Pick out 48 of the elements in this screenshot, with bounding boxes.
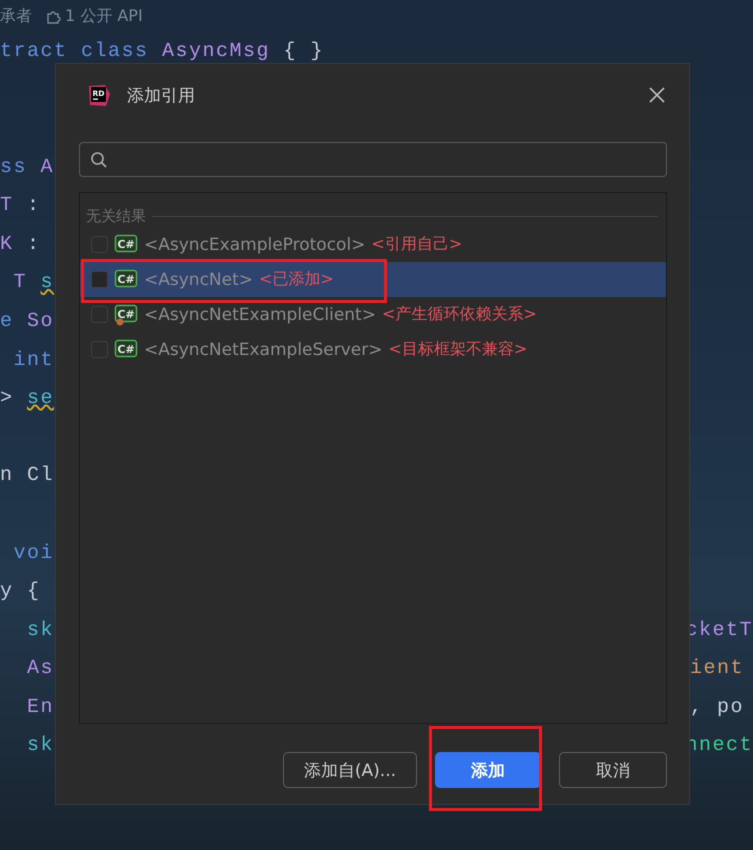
api-hint[interactable]: 1 公开 API (65, 6, 143, 26)
close-icon[interactable] (647, 85, 667, 105)
code-text: tract class (0, 40, 150, 63)
code-text: se (27, 387, 54, 410)
checkbox[interactable] (91, 271, 108, 288)
code-text: sk (26, 618, 54, 642)
dialog-button[interactable]: 取消 (559, 752, 667, 788)
code-text: So (27, 310, 54, 333)
project-name: <AsyncExampleProtocol> (144, 234, 366, 254)
code-text: , po (690, 696, 744, 719)
search-icon (90, 150, 108, 168)
reference-item[interactable]: C# <AsyncNet> <已添加> (80, 262, 666, 297)
reference-item[interactable]: C# <AsyncNetExampleClient> <产生循环依赖关系> (80, 297, 666, 332)
code-text: ient (690, 657, 744, 680)
add-button[interactable]: 添加 (435, 752, 541, 788)
error-reason: <已添加> (259, 269, 334, 290)
code-text: s (40, 271, 54, 294)
project-name: <AsyncNetExampleClient> (144, 304, 376, 324)
reference-item[interactable]: C# <AsyncNetExampleServer> <目标框架不兼容> (80, 332, 666, 367)
error-reason: <目标框架不兼容> (388, 339, 528, 360)
code-text: y { (0, 580, 41, 604)
code-text: En (26, 696, 54, 719)
code-text: A (40, 156, 54, 179)
code-text: ss (0, 156, 28, 179)
code-text: e (0, 310, 15, 333)
dialog-button[interactable]: 添加自(A)... (282, 752, 417, 788)
error-reason: <引用自己> (371, 234, 462, 255)
inheritor-hint[interactable]: 承者 (0, 6, 32, 26)
dialog-title: 添加引用 (127, 84, 196, 106)
code-text: K (0, 232, 14, 256)
code-text: As (26, 657, 54, 680)
code-text: > (0, 387, 15, 410)
project-name: <AsyncNet> (144, 270, 253, 290)
reference-item[interactable]: C# <AsyncExampleProtocol> <引用自己> (80, 227, 666, 262)
search-field[interactable] (79, 142, 667, 177)
code-text: T (12, 271, 28, 294)
code-text: { } (282, 40, 324, 63)
code-text: sk (26, 734, 54, 758)
error-reason: <产生循环依赖关系> (382, 304, 537, 325)
group-header: 无关结果 (86, 206, 146, 226)
code-text: AsyncMsg (162, 40, 270, 63)
code-text: : (26, 232, 41, 256)
code-text: voi (12, 542, 54, 565)
project-name: <AsyncNetExampleServer> (144, 340, 382, 360)
code-text: int (12, 348, 54, 372)
code-text: : (26, 194, 41, 218)
code-text: n Cl (0, 464, 54, 488)
code-text: T (0, 194, 14, 218)
